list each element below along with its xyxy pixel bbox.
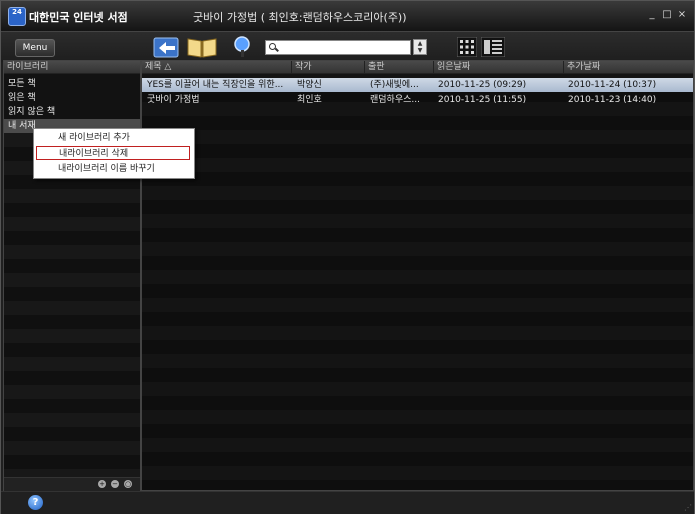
sidebar-empty-area [4,133,140,478]
sidebar-footer: + − ○ [4,477,140,491]
column-header-publisher[interactable]: 출판 [365,61,434,73]
cell-read-date: 2010-11-25 (09:29) [438,80,527,90]
cell-publisher: (주)새빛에... [370,80,419,90]
library-sidebar: 라이브러리 모든 책 읽은 책 읽지 않은 책 내 서재 + − ○ [3,60,141,491]
menu-item-delete-library[interactable]: 내라이브러리 삭제 [36,146,190,160]
menu-button[interactable]: Menu [15,39,55,57]
sidebar-item-all-books[interactable]: 모든 책 [4,77,140,91]
search-field[interactable] [265,40,411,55]
toolbar: Menu ▲ ▼ [1,31,694,62]
cell-author: 최인호 [297,95,322,105]
column-header-added-date[interactable]: 추가날짜 [564,61,693,73]
app-title: 대한민국 인터넷 서점 [29,11,128,24]
title-bar: 24 대한민국 인터넷 서점 굿바이 가정법 ( 최인호:랜덤하우스코리아(주)… [1,1,694,31]
app-window: 24 대한민국 인터넷 서점 굿바이 가정법 ( 최인호:랜덤하우스코리아(주)… [0,0,695,514]
maximize-button[interactable]: □ [661,9,673,21]
sidebar-item-unread-books[interactable]: 읽지 않은 책 [4,105,140,119]
table-row[interactable]: 굿바이 가정법 최인호 랜덤하우스... 2010-11-25 (11:55) … [142,93,693,107]
book-list: 제목 △ 작가 출판 읽은날짜 추가날짜 YES를 이끌어 내는 직장인을 위한… [141,60,694,491]
app-logo: 24 [8,7,26,26]
search-input[interactable] [266,41,408,54]
cell-author: 박양신 [297,80,322,90]
book-list-body [142,74,693,490]
menu-item-rename-library[interactable]: 내라이브러리 이름 바꾸기 [36,162,190,176]
stepper-up-icon[interactable]: ▲ [414,40,426,47]
table-row[interactable]: YES를 이끌어 내는 직장인을 위한... 박양신 (주)새빛에... 201… [142,78,693,92]
cell-added-date: 2010-11-23 (14:40) [568,95,657,105]
list-view-icon[interactable] [481,37,505,57]
cell-publisher: 랜덤하우스... [370,95,420,105]
resize-grip-icon[interactable]: ⋰ [684,503,692,512]
column-header-title[interactable]: 제목 △ [142,61,292,73]
sidebar-header: 라이브러리 [4,61,140,74]
cell-added-date: 2010-11-24 (10:37) [568,80,657,90]
sync-library-icon[interactable]: ○ [124,480,132,488]
column-header-read-date[interactable]: 읽은날짜 [434,61,564,73]
search-stepper[interactable]: ▲ ▼ [413,39,427,55]
context-menu: 새 라이브러리 추가 내라이브러리 삭제 내라이브러리 이름 바꾸기 [33,128,195,179]
magnifier-icon [269,43,276,50]
minimize-button[interactable]: _ [646,9,658,21]
column-header-author[interactable]: 작가 [292,61,365,73]
remove-library-icon[interactable]: − [111,480,119,488]
cell-title: YES를 이끌어 내는 직장인을 위한... [147,80,284,90]
status-bar: ? ⋰ [1,491,694,514]
back-arrow-icon[interactable] [153,35,183,59]
close-button[interactable]: × [676,9,688,21]
sidebar-item-read-books[interactable]: 읽은 책 [4,91,140,105]
stepper-down-icon[interactable]: ▼ [414,47,426,54]
open-book-icon[interactable] [186,35,218,59]
help-icon[interactable]: ? [28,495,43,510]
add-library-icon[interactable]: + [98,480,106,488]
menu-item-add-library[interactable]: 새 라이브러리 추가 [36,131,190,145]
cell-title: 굿바이 가정법 [147,95,200,105]
grid-view-icon[interactable] [457,37,477,57]
table-header: 제목 △ 작가 출판 읽은날짜 추가날짜 [142,61,693,74]
search-icon[interactable] [231,35,255,59]
cell-read-date: 2010-11-25 (11:55) [438,95,527,105]
window-title: 굿바이 가정법 ( 최인호:랜덤하우스코리아(주)) [193,11,407,24]
